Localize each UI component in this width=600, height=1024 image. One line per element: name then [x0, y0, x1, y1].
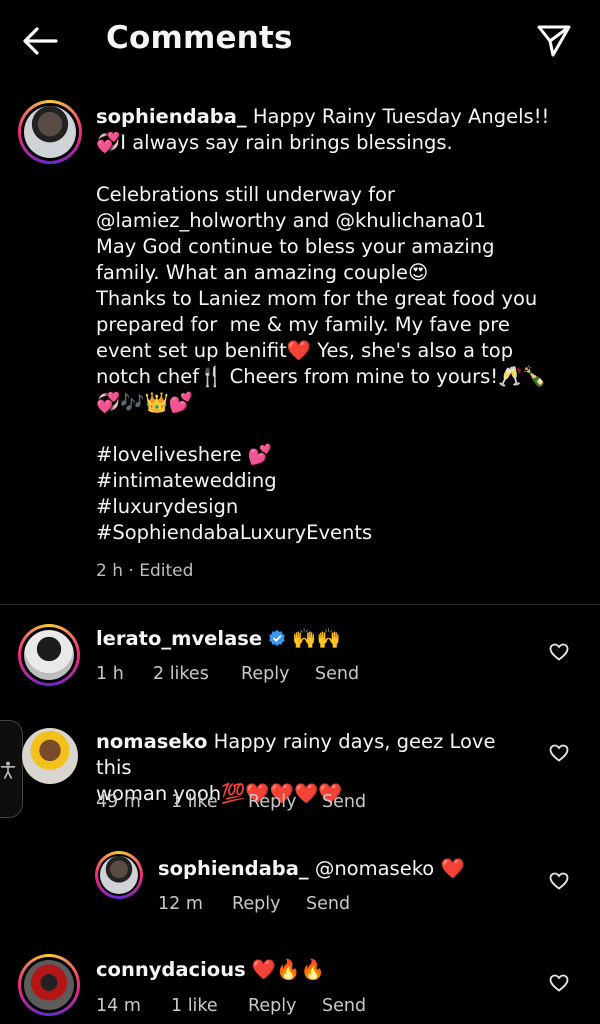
- verified-badge-icon: [269, 629, 285, 647]
- like-heart-icon[interactable]: [549, 643, 569, 661]
- comment-4-likes[interactable]: 1 like: [171, 996, 218, 1016]
- post-author-username[interactable]: sophiendaba_: [96, 105, 247, 128]
- comment-1-likes[interactable]: 2 likes: [153, 664, 209, 684]
- comment-2-likes[interactable]: 1 like: [171, 792, 218, 812]
- comment-4: connydacious ❤️🔥🔥: [96, 957, 325, 983]
- reply-comment-text: @nomaseko ❤️: [308, 857, 465, 880]
- comment-2-send-button[interactable]: Send: [322, 792, 366, 812]
- comment-1-reply-button[interactable]: Reply: [241, 664, 289, 684]
- comment-4-username[interactable]: connydacious: [96, 958, 246, 981]
- reply-comment-reply-button[interactable]: Reply: [232, 894, 280, 914]
- reply-comment-send-button[interactable]: Send: [306, 894, 350, 914]
- reply-comment-username[interactable]: sophiendaba_: [158, 857, 309, 880]
- like-heart-icon[interactable]: [549, 872, 569, 890]
- post-time: 2 h · Edited: [96, 561, 194, 581]
- like-heart-icon[interactable]: [549, 974, 569, 992]
- comment-4-text: ❤️🔥🔥: [245, 958, 325, 981]
- comment-4-time: 14 m: [96, 996, 141, 1016]
- comment-2-username[interactable]: nomaseko: [96, 730, 207, 753]
- back-arrow-icon[interactable]: [22, 26, 58, 56]
- paper-plane-icon[interactable]: [536, 24, 572, 58]
- comment-1: lerato_mvelase 🙌🙌: [96, 626, 341, 652]
- comment-2: nomaseko Happy rainy days, geez Love thi…: [96, 729, 536, 807]
- comment-1-text: 🙌🙌: [286, 627, 341, 650]
- comment-4-reply-button[interactable]: Reply: [248, 996, 296, 1016]
- header: Comments: [0, 0, 600, 82]
- comment-1-username[interactable]: lerato_mvelase: [96, 627, 262, 650]
- comment-1-send-button[interactable]: Send: [315, 664, 359, 684]
- comment-2-reply-button[interactable]: Reply: [248, 792, 296, 812]
- avatar[interactable]: [18, 954, 80, 1016]
- post-caption: sophiendaba_ Happy Rainy Tuesday Angels!…: [96, 104, 566, 584]
- page-title: Comments: [106, 20, 293, 56]
- avatar[interactable]: [95, 851, 143, 899]
- reply-comment-time: 12 m: [158, 894, 203, 914]
- accessibility-icon: [0, 761, 16, 779]
- post-author-avatar[interactable]: [18, 100, 82, 164]
- comment-4-send-button[interactable]: Send: [322, 996, 366, 1016]
- like-heart-icon[interactable]: [549, 744, 569, 762]
- comment-2-time: 49 m: [96, 792, 141, 812]
- avatar[interactable]: [22, 728, 78, 784]
- reply-comment: sophiendaba_ @nomaseko ❤️: [158, 856, 465, 882]
- accessibility-tab[interactable]: [0, 720, 23, 818]
- post-caption-text: Happy Rainy Tuesday Angels!! 💞I always s…: [96, 105, 550, 544]
- comment-1-time: 1 h: [96, 664, 124, 684]
- avatar[interactable]: [18, 624, 80, 686]
- divider: [0, 604, 600, 605]
